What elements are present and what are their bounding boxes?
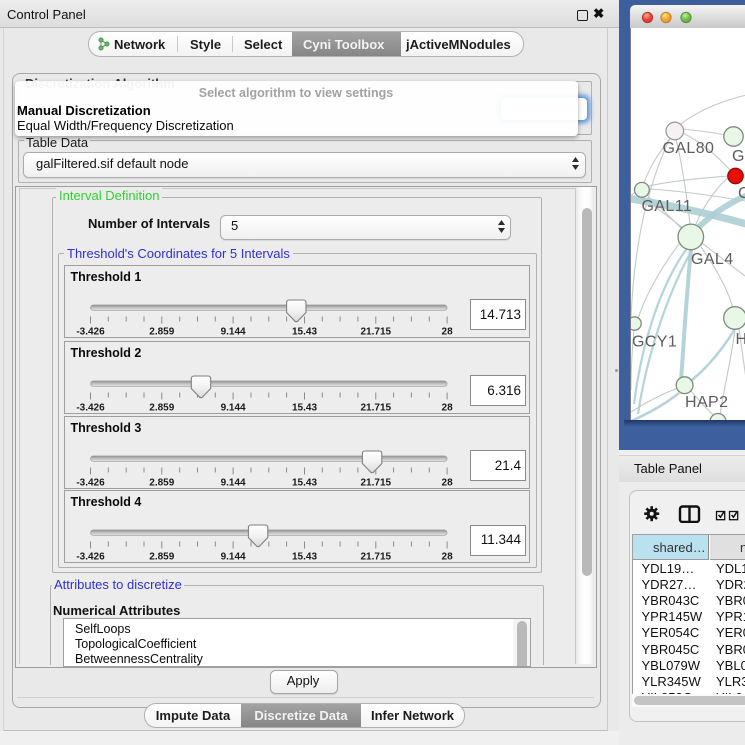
svg-text:-3.426: -3.426 [76, 402, 105, 413]
svg-text:15.43: 15.43 [291, 552, 316, 563]
svg-text:9.144: 9.144 [220, 477, 245, 488]
svg-text:9.144: 9.144 [220, 402, 245, 413]
svg-text:-3.426: -3.426 [76, 326, 105, 337]
svg-text:15.43: 15.43 [291, 402, 316, 413]
svg-text:28: 28 [441, 552, 453, 563]
svg-text:9.144: 9.144 [220, 552, 245, 563]
svg-text:21.715: 21.715 [360, 552, 391, 563]
svg-text:2.859: 2.859 [149, 326, 174, 337]
svg-text:15.43: 15.43 [291, 326, 316, 337]
svg-text:2.859: 2.859 [149, 402, 174, 413]
svg-text:GCY1: GCY1 [632, 333, 677, 350]
svg-text:2.859: 2.859 [149, 552, 174, 563]
svg-text:-3.426: -3.426 [76, 552, 105, 563]
svg-text:28: 28 [441, 326, 453, 337]
svg-text:C: C [738, 185, 745, 202]
svg-text:21.715: 21.715 [360, 326, 391, 337]
svg-text:21.715: 21.715 [360, 402, 391, 413]
svg-text:9.144: 9.144 [220, 326, 245, 337]
svg-text:21.715: 21.715 [360, 477, 391, 488]
svg-text:2.859: 2.859 [149, 477, 174, 488]
svg-text:-3.426: -3.426 [76, 477, 105, 488]
svg-text:GA: GA [732, 148, 745, 165]
svg-text:GAL11: GAL11 [642, 198, 693, 215]
svg-text:HAP2: HAP2 [685, 394, 728, 411]
svg-text:28: 28 [441, 402, 453, 413]
svg-text:GAL80: GAL80 [663, 140, 715, 157]
svg-text:H: H [736, 331, 745, 348]
svg-text:15.43: 15.43 [291, 477, 316, 488]
svg-text:28: 28 [441, 477, 453, 488]
svg-text:GAL4: GAL4 [691, 251, 734, 268]
